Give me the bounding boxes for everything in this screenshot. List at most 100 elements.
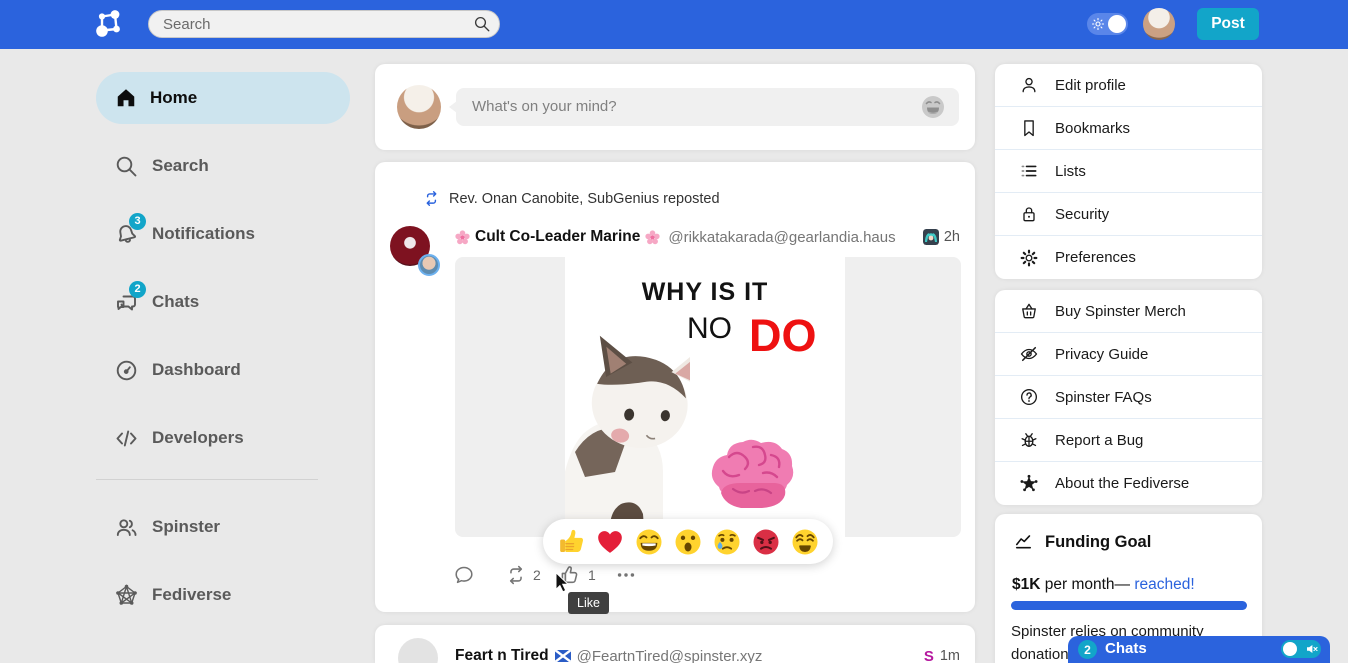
funding-progress-bar	[1011, 601, 1247, 610]
basket-icon	[1019, 301, 1039, 321]
funding-goal-status: $1K per month— reached!	[1012, 576, 1195, 594]
post-action-bar: 2 1	[375, 564, 975, 592]
menu-item-label: Privacy Guide	[1055, 346, 1148, 363]
account-menu-card: Edit profile Bookmarks Lists Security	[995, 64, 1262, 279]
sidebar-item-chats[interactable]: 2 Chats	[114, 288, 199, 316]
menu-item-faqs[interactable]: Spinster FAQs	[995, 376, 1262, 419]
sidebar-item-label: Developers	[152, 428, 244, 448]
scotland-flag-icon	[555, 650, 571, 662]
info-menu-card: Buy Spinster Merch Privacy Guide Spinste…	[995, 290, 1262, 505]
reply-button-icon[interactable]	[453, 564, 475, 586]
reaction-surprised-icon[interactable]	[673, 527, 703, 557]
reposter-avatar[interactable]	[418, 254, 440, 276]
gear-icon	[1019, 248, 1039, 268]
next-post-card: Feart n Tired @FeartnTired@spinster.xyz …	[375, 625, 975, 663]
more-options-icon[interactable]	[615, 564, 637, 586]
light-dark-mode-toggle[interactable]	[1087, 13, 1128, 35]
trend-chart-icon	[1014, 533, 1033, 552]
reaction-weary-icon[interactable]	[790, 527, 820, 557]
post-timestamp[interactable]: 2h	[944, 229, 960, 245]
composer-input[interactable]: What's on your mind?	[456, 88, 959, 126]
reaction-angry-icon[interactable]	[751, 527, 781, 557]
notifications-badge: 3	[129, 213, 146, 230]
menu-item-label: Preferences	[1055, 249, 1136, 266]
composer-placeholder: What's on your mind?	[472, 98, 617, 115]
next-post-timestamp[interactable]: 1m	[940, 648, 960, 663]
bell-icon: 3	[114, 222, 139, 247]
chats-sound-toggle[interactable]	[1281, 640, 1321, 658]
repost-attribution[interactable]: Rev. Onan Canobite, SubGenius reposted	[423, 190, 720, 207]
post-button[interactable]: Post	[1197, 8, 1259, 40]
next-post-author-name[interactable]: Feart n Tired	[455, 647, 549, 663]
chats-panel-header[interactable]: 2 Chats	[1068, 636, 1330, 663]
search-icon	[114, 154, 139, 179]
sidebar-item-developers[interactable]: Developers	[114, 424, 244, 452]
reaction-picker	[543, 519, 833, 564]
sidebar-item-label: Home	[150, 88, 197, 108]
chats-unread-badge: 2	[1078, 640, 1097, 659]
menu-item-privacy-guide[interactable]: Privacy Guide	[995, 333, 1262, 376]
cat-brain-meme: WHY IS IT NO DO	[565, 257, 845, 537]
meme-text-line2: NO	[687, 312, 732, 346]
sidebar-item-search[interactable]: Search	[114, 152, 209, 180]
spinster-logo-icon[interactable]	[95, 9, 125, 40]
cherry-blossom-icon	[455, 230, 470, 245]
post-author-handle[interactable]: @rikkatakarada@gearlandia.haus	[668, 229, 895, 246]
menu-item-label: Buy Spinster Merch	[1055, 303, 1186, 320]
repost-count: 2	[533, 567, 541, 583]
emoji-picker-icon[interactable]	[920, 94, 946, 120]
fediverse-star-icon	[1019, 474, 1039, 494]
menu-item-report-bug[interactable]: Report a Bug	[995, 419, 1262, 462]
reaction-crying-icon[interactable]	[712, 527, 742, 557]
current-user-avatar[interactable]	[1143, 8, 1175, 40]
search-input[interactable]	[148, 10, 500, 38]
menu-item-preferences[interactable]: Preferences	[995, 236, 1262, 279]
menu-item-label: Edit profile	[1055, 77, 1126, 94]
sidebar-item-spinster[interactable]: Spinster	[114, 513, 220, 541]
menu-item-about-fediverse[interactable]: About the Fediverse	[995, 462, 1262, 505]
menu-item-bookmarks[interactable]: Bookmarks	[995, 107, 1262, 150]
lock-icon	[1019, 204, 1039, 224]
spinster-app: Post Home Search 3 Notifications 2 Chats	[0, 0, 1348, 663]
next-post-avatar[interactable]	[398, 638, 438, 663]
menu-item-security[interactable]: Security	[995, 193, 1262, 236]
reposted-by-text: Rev. Onan Canobite, SubGenius reposted	[449, 191, 720, 207]
sidebar-item-home[interactable]: Home	[96, 72, 350, 124]
menu-item-buy-merch[interactable]: Buy Spinster Merch	[995, 290, 1262, 333]
sidebar-item-label: Notifications	[152, 224, 255, 244]
reaction-laughing-icon[interactable]	[634, 527, 664, 557]
instance-badge-icon: S	[924, 648, 934, 663]
question-circle-icon	[1019, 387, 1039, 407]
search-icon[interactable]	[473, 15, 491, 33]
toggle-knob	[1108, 15, 1126, 33]
people-icon	[114, 515, 139, 540]
funding-reached-link[interactable]: reached!	[1134, 576, 1194, 593]
menu-item-label: Bookmarks	[1055, 120, 1130, 137]
fediverse-pentagram-icon	[114, 583, 139, 608]
repost-button-icon[interactable]	[505, 564, 527, 586]
sidebar-item-label: Chats	[152, 292, 199, 312]
like-tooltip: Like	[568, 592, 609, 614]
sidebar-item-notifications[interactable]: 3 Notifications	[114, 220, 255, 248]
next-post-author-handle[interactable]: @FeartnTired@spinster.xyz	[577, 648, 763, 663]
composer-card: What's on your mind?	[375, 64, 975, 150]
sidebar-item-label: Spinster	[152, 517, 220, 537]
post-header: Cult Co-Leader Marine @rikkatakarada@gea…	[455, 228, 960, 246]
composer-avatar[interactable]	[397, 85, 441, 129]
funding-period: per month	[1040, 576, 1114, 593]
eye-slash-icon	[1019, 344, 1039, 364]
post-author-name[interactable]: Cult Co-Leader Marine	[475, 228, 640, 246]
code-icon	[114, 426, 139, 451]
brain-emoji-illustration	[705, 435, 797, 515]
meme-text-line3: DO	[749, 310, 817, 362]
menu-item-label: Spinster FAQs	[1055, 389, 1152, 406]
chats-badge: 2	[129, 281, 146, 298]
menu-item-lists[interactable]: Lists	[995, 150, 1262, 193]
menu-item-edit-profile[interactable]: Edit profile	[995, 64, 1262, 107]
sidebar-item-fediverse[interactable]: Fediverse	[114, 581, 231, 609]
reaction-heart-icon[interactable]	[595, 527, 625, 557]
sidebar-item-dashboard[interactable]: Dashboard	[114, 356, 241, 384]
meme-text-line1: WHY IS IT	[565, 278, 845, 307]
reaction-thumbs-up-icon[interactable]	[556, 527, 586, 557]
post-media-image[interactable]: WHY IS IT NO DO	[455, 257, 961, 537]
